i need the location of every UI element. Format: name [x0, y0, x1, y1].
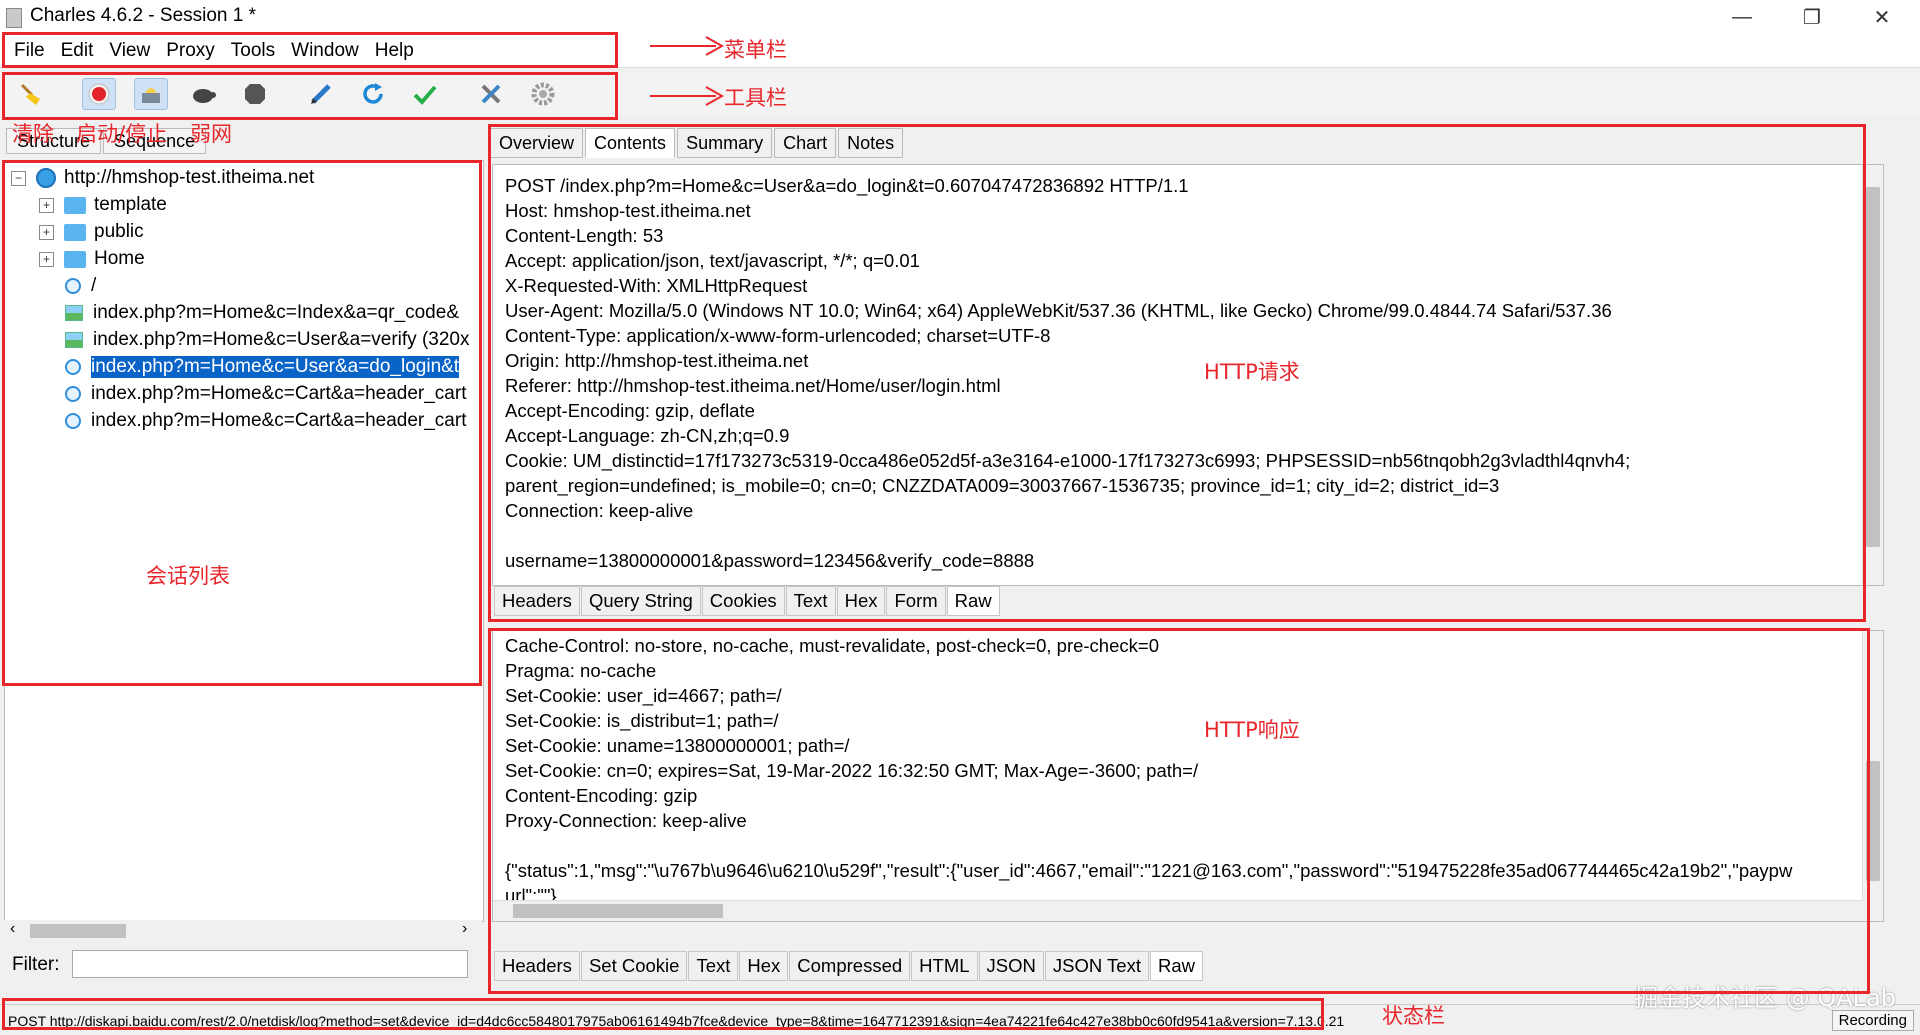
- annotation-label-start-stop: 启动/停止: [76, 122, 168, 146]
- annotation-arrow-toolbar: [650, 86, 725, 106]
- annotation-label-menubar: 菜单栏: [724, 38, 787, 62]
- annotation-label-toolbar: 工具栏: [724, 86, 787, 110]
- scroll-left-icon[interactable]: ‹: [10, 920, 15, 938]
- minimize-button[interactable]: —: [1712, 0, 1772, 34]
- annotation-arrow-menubar: [650, 36, 725, 56]
- annotation-label-session-list: 会话列表: [146, 564, 230, 588]
- annotation-label-clear: 清除: [12, 122, 54, 146]
- annotation-box-menubar: [2, 32, 618, 68]
- annotation-box-request: [488, 124, 1866, 622]
- close-button[interactable]: ✕: [1852, 0, 1912, 34]
- filter-input[interactable]: [72, 950, 468, 978]
- annotation-label-http-request: HTTP请求: [1204, 360, 1300, 384]
- annotation-box-response: [488, 628, 1870, 994]
- annotation-label-statusbar: 状态栏: [1382, 1004, 1445, 1028]
- scroll-thumb[interactable]: [1866, 187, 1880, 547]
- recording-indicator[interactable]: Recording: [1831, 1010, 1914, 1031]
- annotation-box-session-list: [2, 160, 482, 686]
- maximize-button[interactable]: ❐: [1782, 0, 1842, 34]
- filter-label: Filter:: [12, 954, 60, 975]
- window-title: Charles 4.6.2 - Session 1 *: [30, 5, 257, 26]
- annotation-box-toolbar: [2, 72, 618, 120]
- tree-horizontal-scrollbar[interactable]: ‹ ›: [4, 920, 482, 942]
- annotation-label-throttle: 弱网: [190, 122, 232, 146]
- scroll-thumb[interactable]: [30, 924, 126, 938]
- annotation-label-http-response: HTTP响应: [1204, 718, 1300, 742]
- app-icon: [6, 8, 22, 28]
- annotation-box-statusbar: [2, 998, 1324, 1030]
- title-bar: Charles 4.6.2 - Session 1 * — ❐ ✕: [0, 0, 1920, 34]
- scroll-right-icon[interactable]: ›: [462, 920, 467, 938]
